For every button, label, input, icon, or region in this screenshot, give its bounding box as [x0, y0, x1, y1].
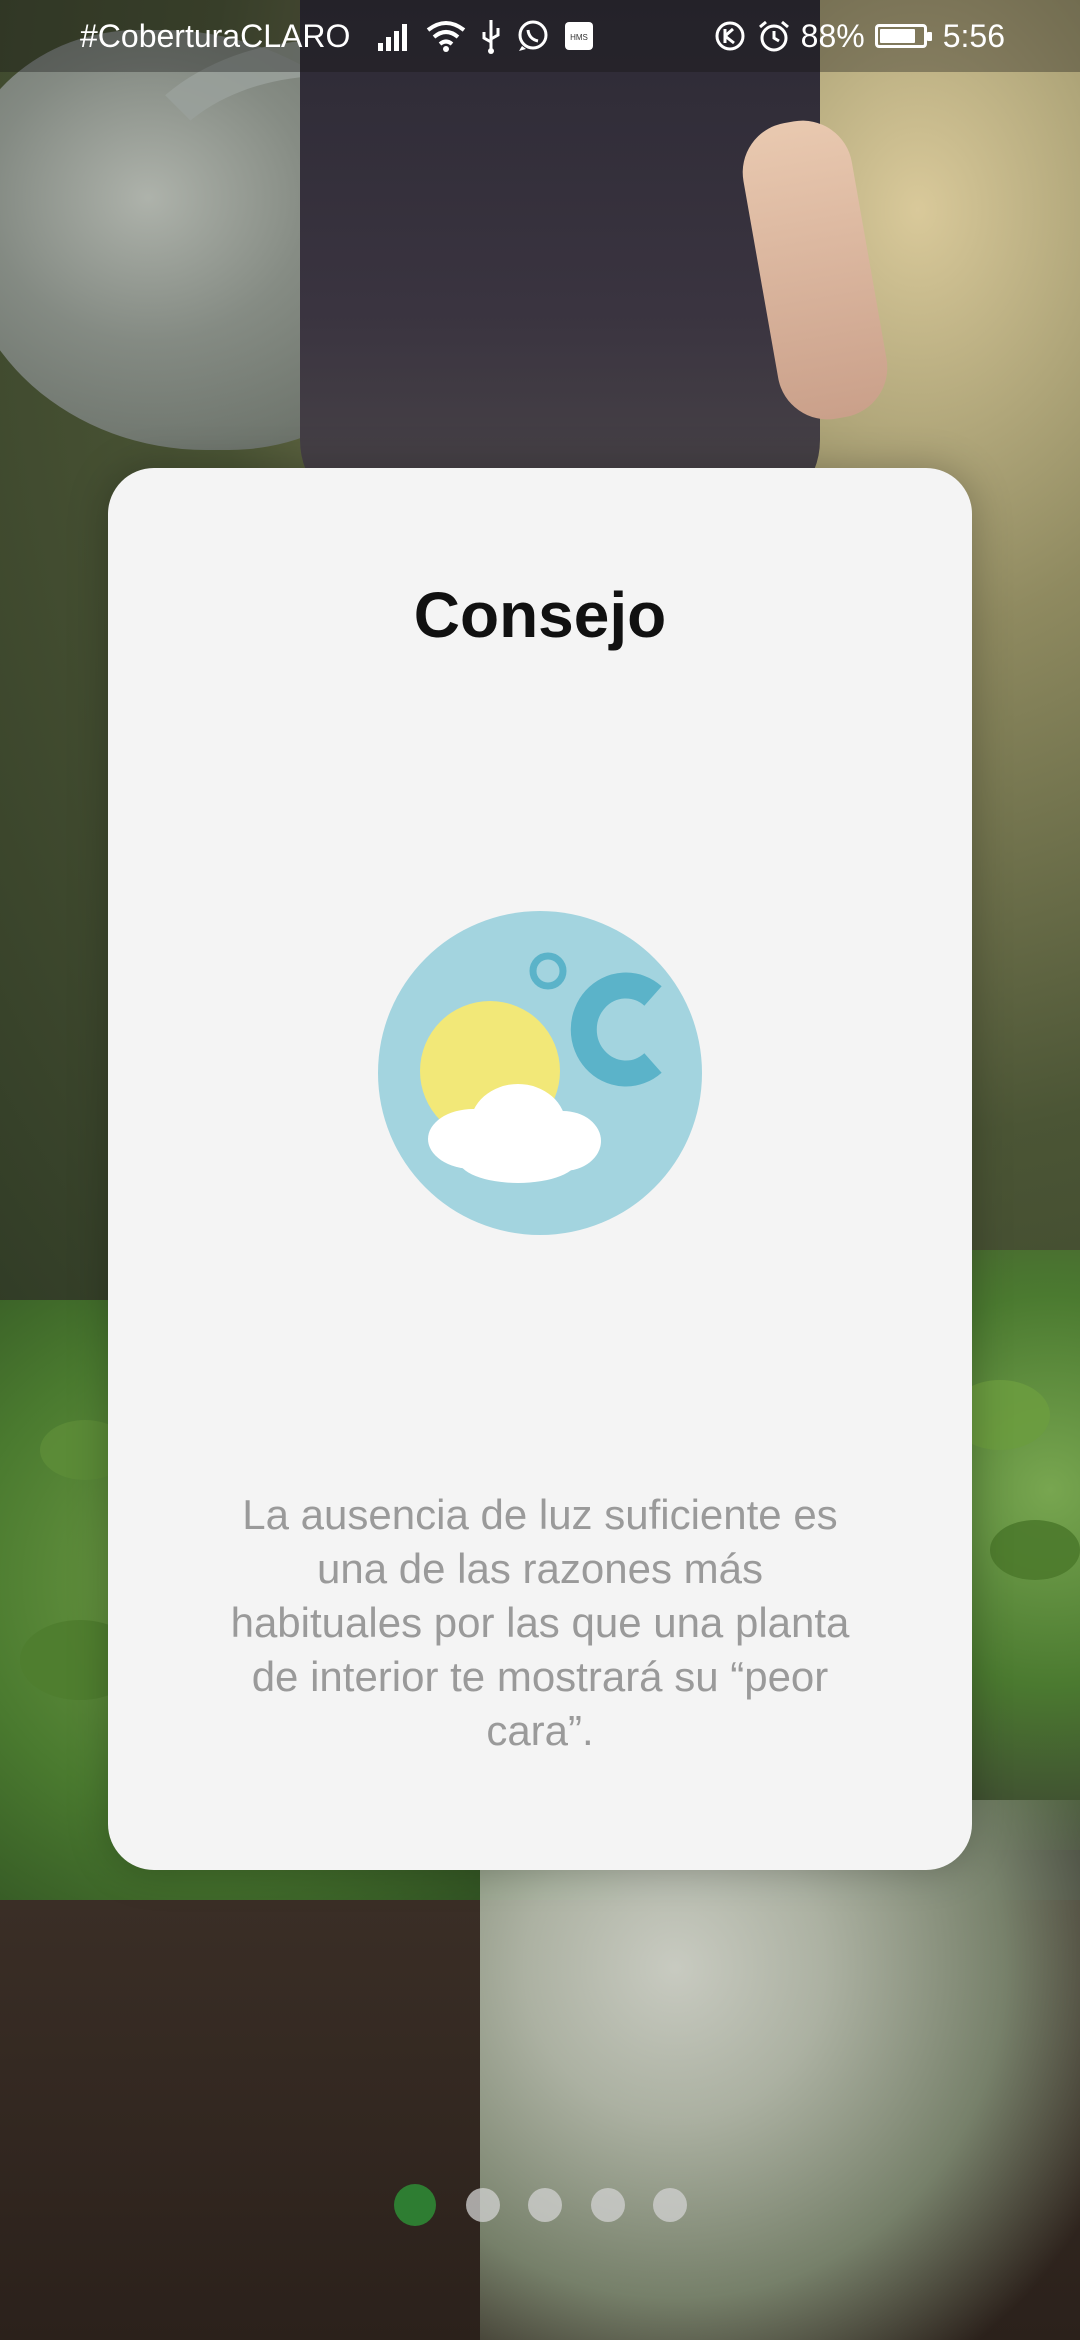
hms-icon: HMS: [565, 22, 593, 50]
card-title: Consejo: [413, 579, 667, 651]
status-icons-left: HMS: [378, 16, 594, 56]
battery-percent: 88%: [800, 18, 865, 54]
whatsapp-icon: [518, 20, 548, 51]
page-dot-4[interactable]: [591, 2188, 625, 2222]
battery-icon: [874, 24, 932, 48]
status-bar: #CoberturaCLARO HMS 88% 5:56: [0, 0, 1080, 72]
tip-text: La ausencia de luz suficiente es una de …: [230, 1491, 850, 1754]
page-dot-3[interactable]: [528, 2188, 562, 2222]
page-dot-1[interactable]: [394, 2184, 436, 2226]
page-dot-5[interactable]: [653, 2188, 687, 2222]
wifi-icon: [426, 21, 466, 52]
page-indicator: [394, 2184, 694, 2226]
tip-card: Consejo La ausencia de luz suficiente es…: [108, 468, 972, 1870]
data-saver-icon: [715, 21, 745, 51]
carrier-label: #CoberturaCLARO: [80, 18, 351, 54]
status-icons-right: 88% 5:56: [713, 0, 1005, 72]
alarm-icon: [758, 20, 789, 52]
signal-icon: [378, 24, 407, 51]
usb-icon: [482, 20, 500, 54]
svg-text:HMS: HMS: [570, 33, 588, 42]
page-dot-2[interactable]: [466, 2188, 500, 2222]
clock: 5:56: [942, 18, 1005, 54]
temperature-weather-icon: [378, 911, 702, 1235]
